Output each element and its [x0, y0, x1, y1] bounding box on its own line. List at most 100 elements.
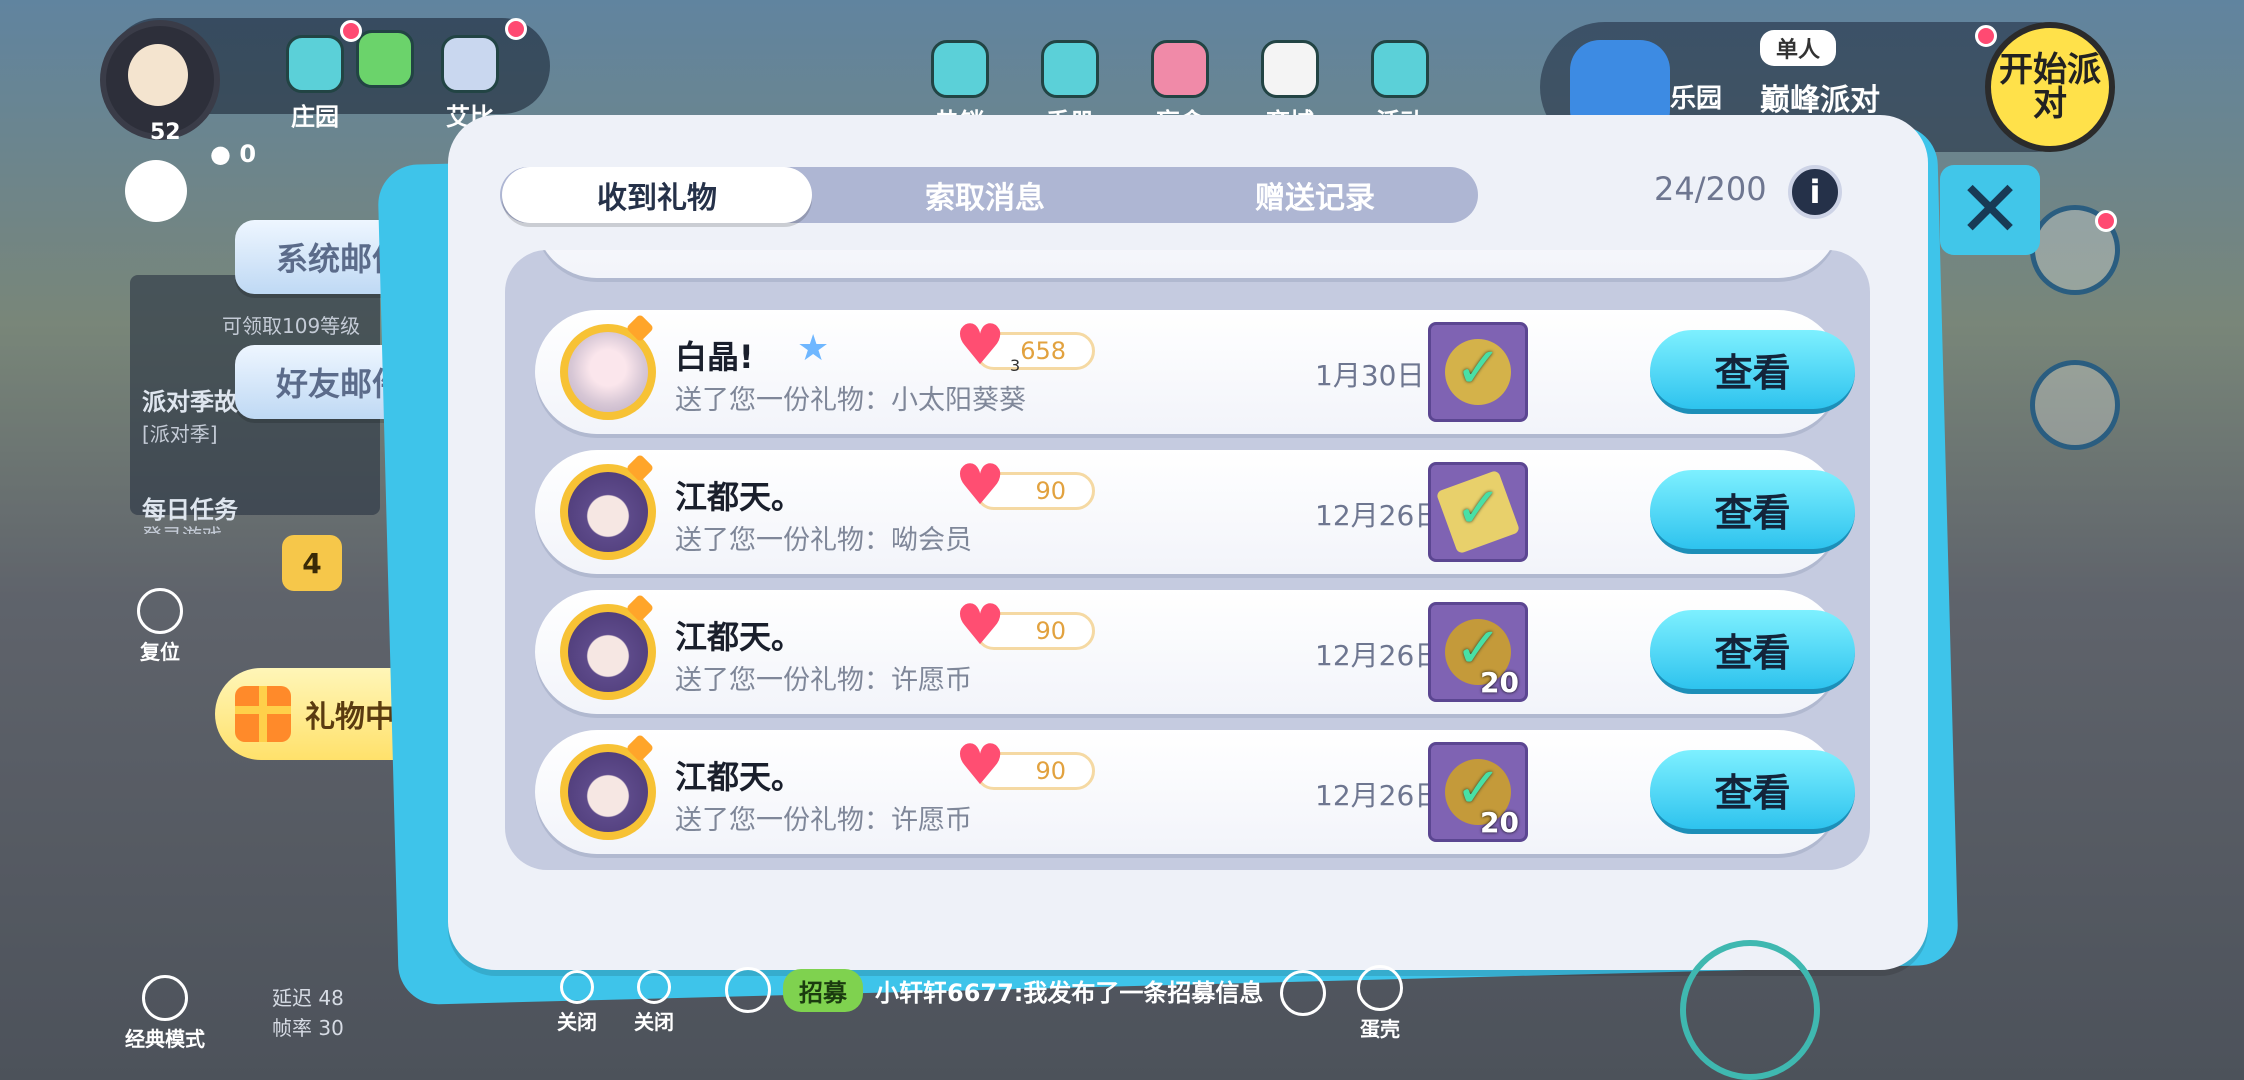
fox-icon: [441, 35, 499, 93]
gift-thumbnail: ✓ 20: [1428, 602, 1528, 702]
close-chat-button[interactable]: 关闭: [632, 970, 676, 1035]
ticket-badge[interactable]: 4: [282, 535, 342, 591]
heart-icon: ♥: [955, 313, 1006, 378]
emoji-button[interactable]: [1280, 970, 1326, 1016]
gift-thumbnail: ✓: [1428, 322, 1528, 422]
gift-date: 12月26日: [1315, 779, 1443, 812]
gift-row: 白晶! ★ 658 ♥ 3 送了您一份礼物：小太阳葵葵 1月30日 ✓ 查看: [535, 310, 1855, 434]
heart-icon: ♥: [955, 593, 1006, 658]
notification-dot: [505, 18, 527, 40]
avatar-image: [568, 332, 648, 412]
sender-avatar[interactable]: [560, 733, 656, 840]
notification-dot: [1975, 25, 1997, 47]
gift-description: 送了您一份礼物：呦会员: [675, 525, 972, 556]
tab-received-gifts[interactable]: 收到礼物: [502, 167, 812, 223]
gift-date: 12月26日: [1315, 499, 1443, 532]
sender-name: 江都天。: [675, 618, 804, 656]
jump-button[interactable]: [1680, 940, 1820, 1080]
latency-readout: 延迟 48: [272, 986, 344, 1010]
gift-icon: [235, 686, 291, 742]
notification-dot: [2095, 210, 2117, 232]
tab-request-messages[interactable]: 索取消息: [830, 167, 1140, 223]
info-icon[interactable]: i: [1788, 165, 1842, 219]
shopping-bag-icon: [1261, 40, 1319, 98]
gift-date: 12月26日: [1315, 639, 1443, 672]
gift-row: 江都天。 90 ♥ 送了您一份礼物：许愿币 12月26日 ✓ 20 查看: [535, 730, 1855, 854]
mic-icon: [560, 970, 594, 1004]
recruit-tag: 招募: [783, 968, 863, 1012]
reset-label: 复位: [140, 640, 180, 664]
gift-description: 送了您一份礼物：许愿币: [675, 665, 972, 696]
heart-icon: ♥: [955, 733, 1006, 798]
chat-message: 小轩轩6677:我发布了一条招募信息: [875, 978, 1264, 1007]
gift-list[interactable]: 白晶! ★ 658 ♥ 3 送了您一份礼物：小太阳葵葵 1月30日 ✓ 查看 江…: [505, 250, 1870, 870]
voice-bubble-icon[interactable]: [125, 160, 187, 222]
level-reward-text[interactable]: 可领取109等级: [222, 310, 360, 339]
gift-row-partial: [535, 250, 1840, 278]
gift-box-icon: [931, 40, 989, 98]
gift-thumbnail: ✓: [1428, 462, 1528, 562]
avatar-image: [568, 612, 648, 692]
reset-icon: [137, 588, 183, 634]
gift-thumbnail: ✓ 20: [1428, 742, 1528, 842]
eggshell-icon: [1357, 965, 1403, 1011]
coin-value: 0: [239, 140, 257, 168]
heart-icon: ♥: [955, 453, 1006, 518]
chat-bubble-icon[interactable]: [725, 967, 771, 1013]
view-button[interactable]: 查看: [1650, 330, 1855, 414]
gift-description: 送了您一份礼物：小太阳葵葵: [675, 385, 1026, 416]
daily-task-sub: 登录游戏: [142, 520, 222, 534]
gift-date: 1月30日: [1315, 359, 1425, 392]
gift-row: 江都天。 90 ♥ 送了您一份礼物：许愿币 12月26日 ✓ 20 查看: [535, 590, 1855, 714]
close-voice-button[interactable]: 关闭: [555, 970, 599, 1035]
check-icon: ✓: [1455, 336, 1502, 401]
blindbox-icon: [1151, 40, 1209, 98]
gift-quantity: 20: [1480, 666, 1519, 699]
manor-label: 庄园: [291, 103, 339, 131]
coin-icon: ●: [210, 140, 231, 168]
star-icon: ★: [797, 328, 830, 369]
sender-avatar[interactable]: [560, 313, 656, 420]
view-button[interactable]: 查看: [1650, 470, 1855, 554]
manor-icon: [286, 35, 344, 93]
tab-sent-records[interactable]: 赠送记录: [1160, 167, 1470, 223]
handbook-icon: [1041, 40, 1099, 98]
party-mode-label[interactable]: 巅峰派对: [1760, 75, 1880, 119]
start-party-button[interactable]: 开始派对: [1985, 22, 2115, 152]
player-level: 52: [150, 120, 181, 145]
season-story-sub: [派对季]: [142, 422, 218, 446]
gift-row: 江都天。 90 ♥ 送了您一份礼物：呦会员 12月26日 ✓ 查看: [535, 450, 1855, 574]
sender-avatar[interactable]: [560, 453, 656, 560]
gift-tabbar: 收到礼物 索取消息 赠送记录: [500, 167, 1478, 223]
reset-button[interactable]: 复位: [135, 588, 185, 665]
gift-description: 送了您一份礼物：许愿币: [675, 805, 972, 836]
avatar-image: [568, 472, 648, 552]
sender-avatar[interactable]: [560, 593, 656, 700]
event-icon: [1371, 40, 1429, 98]
heart-badge-count: 3: [1010, 356, 1021, 375]
close-voice-label: 关闭: [557, 1010, 597, 1034]
sender-name: 白晶!: [675, 338, 754, 376]
coin-count: ● 0: [210, 140, 256, 168]
gift-counter: 24/200: [1654, 170, 1767, 208]
classic-mode-button[interactable]: 经典模式: [120, 975, 210, 1052]
classic-mode-label: 经典模式: [125, 1027, 205, 1051]
sender-name: 江都天。: [675, 478, 804, 516]
speech-icon: [1280, 970, 1326, 1016]
eggshell-label: 蛋壳: [1360, 1017, 1400, 1041]
close-button[interactable]: ✕: [1940, 165, 2040, 255]
shoe-icon[interactable]: [2030, 360, 2120, 450]
chat-bar[interactable]: 招募 小轩轩6677:我发布了一条招募信息: [725, 965, 1285, 1015]
paradise-label: 乐园: [1670, 84, 1723, 114]
view-button[interactable]: 查看: [1650, 610, 1855, 694]
leaf-icon: [356, 30, 414, 88]
eggshell-button[interactable]: 蛋壳: [1350, 965, 1410, 1042]
sender-name: 江都天。: [675, 758, 804, 796]
gift-quantity: 20: [1480, 806, 1519, 839]
avatar-image: [568, 752, 648, 832]
notification-dot: [340, 20, 362, 42]
view-button[interactable]: 查看: [1650, 750, 1855, 834]
close-chat-label: 关闭: [634, 1010, 674, 1034]
manor-button[interactable]: 庄园: [275, 35, 355, 132]
mode-label[interactable]: 单人: [1760, 30, 1837, 66]
